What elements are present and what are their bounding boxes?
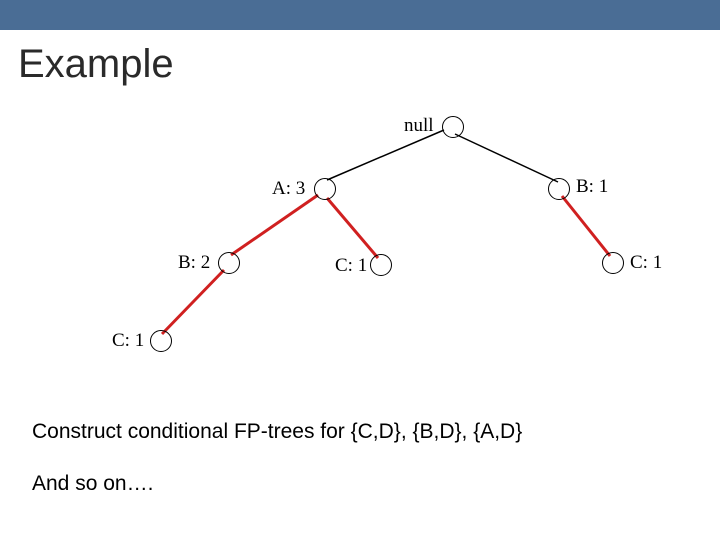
node-b1-circle xyxy=(548,178,570,200)
node-b2-circle xyxy=(218,252,240,274)
fp-tree-nodes: null A: 3 B: 1 B: 2 C: 1 C: 1 C: 1 xyxy=(0,0,720,540)
node-c1r-label: C: 1 xyxy=(630,252,662,274)
slide-body-line-1: Construct conditional FP-trees for {C,D}… xyxy=(32,420,522,444)
node-a3-circle xyxy=(314,178,336,200)
node-c1l-circle xyxy=(150,330,172,352)
node-b2-label: B: 2 xyxy=(178,252,210,274)
node-c1l-label: C: 1 xyxy=(112,330,144,352)
node-b1-label: B: 1 xyxy=(576,176,608,198)
node-null-circle xyxy=(442,116,464,138)
node-c1m-circle xyxy=(370,254,392,276)
node-a3-label: A: 3 xyxy=(272,178,305,200)
node-c1r-circle xyxy=(602,252,624,274)
node-null-label: null xyxy=(404,115,434,137)
slide-body-line-2: And so on…. xyxy=(32,472,153,496)
node-c1m-label: C: 1 xyxy=(335,255,367,277)
